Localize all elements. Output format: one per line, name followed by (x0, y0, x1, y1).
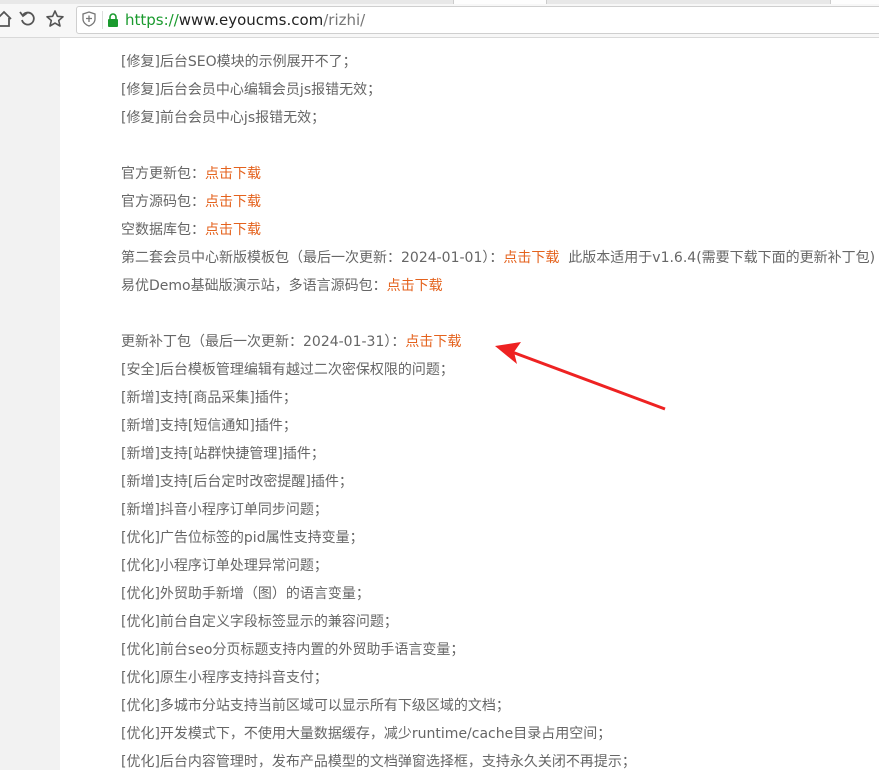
empty-db-label: 空数据库包： (121, 222, 205, 238)
official-source-label: 官方源码包： (121, 194, 205, 210)
home-icon[interactable] (0, 9, 14, 29)
official-update-row: 官方更新包：点击下载 (121, 160, 879, 188)
changelog-item: [优化]后台内容管理时，发布产品模型的文档弹窗选择框，支持永久关闭不再提示； (121, 754, 636, 770)
changelog-item: [新增]支持[后台定时改密提醒]插件； (121, 474, 353, 490)
empty-db-row: 空数据库包：点击下载 (121, 216, 879, 244)
changelog-item: [优化]前台自定义字段标签显示的兼容问题； (121, 614, 398, 630)
changelog-item: [新增]支持[站群快捷管理]插件； (121, 446, 325, 462)
tab-fragment-2[interactable] (830, 0, 879, 4)
clipped-line (121, 38, 879, 48)
browser-toolbar: https://www.eyoucms.com/rizhi/ (0, 0, 879, 38)
log-line: [修复]后台会员中心编辑会员js报错无效； (121, 82, 382, 98)
patch-download-link[interactable]: 点击下载 (405, 334, 461, 350)
official-source-row: 官方源码包：点击下载 (121, 188, 879, 216)
changelog-item: [优化]原生小程序支持抖音支付； (121, 670, 328, 686)
official-update-download-link[interactable]: 点击下载 (205, 166, 261, 182)
demo-label: 易优Demo基础版演示站，多语言源码包： (121, 278, 387, 294)
member-template-note: 此版本适用于v1.6.4(需要下载下面的更新补丁包) (568, 250, 876, 266)
reload-icon[interactable] (18, 9, 38, 29)
page-content: [修复]后台SEO模块的示例展开不了； [修复]后台会员中心编辑会员js报错无效… (60, 38, 879, 770)
tab-fragment[interactable] (453, 0, 547, 4)
changelog-article: [修复]后台SEO模块的示例展开不了； [修复]后台会员中心编辑会员js报错无效… (121, 38, 879, 770)
changelog-item: [优化]前台seo分页标题支持内置的外贸助手语言变量； (121, 642, 465, 658)
official-source-download-link[interactable]: 点击下载 (205, 194, 261, 210)
changelog-item: [安全]后台模板管理编辑有越过二次密保权限的问题； (121, 362, 454, 378)
url-scheme: https:// (125, 11, 179, 29)
demo-download-link[interactable]: 点击下载 (387, 278, 443, 294)
patch-row: 更新补丁包（最后一次更新：2024-01-31）：点击下载 (121, 328, 879, 356)
changelog-item: [新增]支持[短信通知]插件； (121, 418, 297, 434)
changelog-item: [优化]开发模式下，不使用大量数据缓存，减少runtime/cache目录占用空… (121, 726, 612, 742)
member-template-download-link[interactable]: 点击下载 (503, 250, 559, 266)
changelog-item: [优化]外贸助手新增（图）的语言变量； (121, 586, 370, 602)
address-separator (102, 11, 103, 29)
member-template-row: 第二套会员中心新版模板包（最后一次更新：2024-01-01）：点击下载 此版本… (121, 244, 879, 272)
changelog-item: [优化]多城市分站支持当前区域可以显示所有下级区域的文档； (121, 698, 510, 714)
empty-db-download-link[interactable]: 点击下载 (205, 222, 261, 238)
log-line: [修复]后台SEO模块的示例展开不了； (121, 54, 357, 70)
demo-row: 易优Demo基础版演示站，多语言源码包：点击下载 (121, 272, 879, 300)
tab-strip (0, 0, 879, 4)
url-host: www.eyoucms.com (178, 11, 324, 29)
shield-icon[interactable] (82, 11, 96, 27)
changelog-item: [新增]支持[商品采集]插件； (121, 390, 297, 406)
url-text[interactable]: https://www.eyoucms.com/rizhi/ (125, 10, 365, 30)
changelog-item: [优化]小程序订单处理异常问题； (121, 558, 328, 574)
patch-label: 更新补丁包（最后一次更新：2024-01-31）： (121, 334, 406, 350)
lock-icon[interactable] (106, 12, 120, 27)
member-template-label: 第二套会员中心新版模板包（最后一次更新：2024-01-01）： (121, 250, 504, 266)
address-bar[interactable]: https://www.eyoucms.com/rizhi/ (76, 6, 879, 34)
changelog-item: [优化]广告位标签的pid属性支持变量； (121, 530, 364, 546)
official-update-label: 官方更新包： (121, 166, 205, 182)
bookmark-star-icon[interactable] (45, 9, 65, 29)
url-path: /rizhi/ (323, 11, 366, 29)
changelog-item: [新增]抖音小程序订单同步问题； (121, 502, 328, 518)
log-line: [修复]前台会员中心js报错无效； (121, 110, 326, 126)
